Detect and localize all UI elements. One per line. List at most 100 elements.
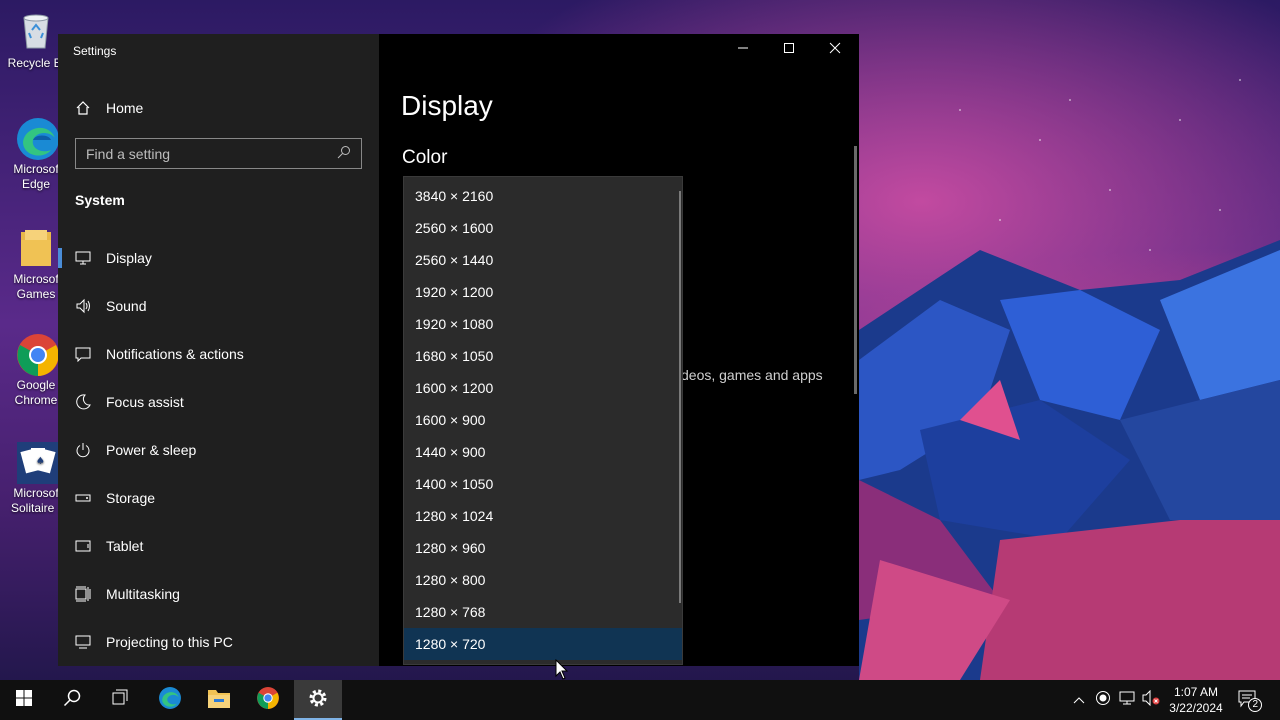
settings-sidebar: Settings Home Find a setting System Disp…	[58, 34, 379, 666]
recycle-bin-icon	[15, 10, 57, 52]
chrome-icon	[15, 332, 59, 376]
sidebar-item-label: Tablet	[106, 538, 144, 554]
content-scrollbar[interactable]	[854, 146, 857, 394]
sidebar-item-label: Power & sleep	[106, 442, 197, 458]
sidebar-item-display[interactable]: Display	[58, 234, 379, 282]
sidebar-item-notifications[interactable]: Notifications & actions	[58, 330, 379, 378]
resolution-dropdown[interactable]: 3840 × 2160 2560 × 1600 2560 × 1440 1920 × …	[403, 176, 683, 665]
maximize-button[interactable]	[766, 34, 812, 66]
resolution-option[interactable]: 2560 × 1600	[404, 212, 682, 244]
nav-home-label: Home	[106, 100, 144, 116]
resolution-option[interactable]: 1920 × 1200	[404, 276, 682, 308]
tray-network-button[interactable]	[1116, 680, 1138, 720]
hint-text: deos, games and apps	[681, 367, 823, 383]
home-icon	[75, 100, 91, 116]
dropdown-scrollbar[interactable]	[679, 191, 681, 603]
file-explorer-icon	[207, 687, 231, 714]
network-icon	[1119, 690, 1135, 711]
show-hidden-icons-button[interactable]	[1068, 680, 1090, 720]
notification-icon	[75, 346, 91, 362]
taskbar-file-explorer-button[interactable]	[195, 680, 243, 720]
resolution-option[interactable]: 2560 × 1440	[404, 244, 682, 276]
sidebar-item-label: Focus assist	[106, 394, 184, 410]
sidebar-item-storage[interactable]: Storage	[58, 474, 379, 522]
resolution-option[interactable]: 1280 × 720	[404, 628, 682, 660]
resolution-option[interactable]: 1680 × 1050	[404, 340, 682, 372]
close-icon	[829, 41, 841, 59]
sidebar-item-focus-assist[interactable]: Focus assist	[58, 378, 379, 426]
taskbar-settings-button[interactable]	[294, 680, 342, 720]
window-title: Settings	[73, 44, 117, 58]
resolution-option[interactable]: 1600 × 900	[404, 404, 682, 436]
section-title: Color	[402, 147, 448, 168]
mouse-cursor-icon	[555, 659, 569, 680]
search-icon	[63, 689, 81, 712]
sidebar-item-label: Storage	[106, 490, 156, 506]
sidebar-item-sound[interactable]: Sound	[58, 282, 379, 330]
action-center-button[interactable]: 2	[1234, 680, 1264, 720]
record-icon	[1095, 690, 1111, 711]
close-button[interactable]	[812, 34, 858, 66]
search-placeholder: Find a setting	[86, 145, 171, 162]
sidebar-item-tablet[interactable]: Tablet	[58, 522, 379, 570]
sidebar-item-power-sleep[interactable]: Power & sleep	[58, 426, 379, 474]
minimize-button[interactable]	[720, 34, 766, 66]
projecting-icon	[75, 634, 91, 650]
resolution-option[interactable]: 1440 × 900	[404, 436, 682, 468]
clock-date: 3/22/2024	[1169, 701, 1223, 715]
resolution-option[interactable]: 1280 × 800	[404, 564, 682, 596]
folder-icon	[15, 226, 57, 268]
volume-muted-icon	[1142, 689, 1160, 711]
monitor-icon	[75, 250, 91, 266]
moon-icon	[75, 394, 91, 410]
page-title: Display	[401, 90, 493, 121]
notification-count-badge: 2	[1248, 698, 1262, 712]
taskbar-clock[interactable]: 1:07 AM 3/22/2024	[1164, 684, 1228, 716]
chrome-icon	[256, 686, 280, 715]
tray-record-button[interactable]	[1092, 680, 1114, 720]
power-icon	[75, 442, 91, 458]
solitaire-icon: ♠	[15, 440, 59, 484]
edge-icon	[158, 686, 182, 715]
resolution-option[interactable]: 3840 × 2160	[404, 180, 682, 212]
sidebar-item-multitasking[interactable]: Multitasking	[58, 570, 379, 618]
resolution-option[interactable]: 1280 × 960	[404, 532, 682, 564]
sidebar-item-projecting[interactable]: Projecting to this PC	[58, 618, 379, 666]
start-icon	[16, 689, 32, 711]
taskbar-search-button[interactable]	[48, 680, 96, 720]
sidebar-item-label: Sound	[106, 298, 147, 314]
multitasking-icon	[75, 586, 91, 602]
notification-center-icon: 2	[1238, 690, 1262, 712]
task-view-icon	[111, 689, 129, 712]
resolution-options: 3840 × 2160 2560 × 1600 2560 × 1440 1920 × …	[404, 177, 682, 660]
speaker-icon	[75, 298, 91, 314]
minimize-icon	[737, 41, 749, 59]
nav-home[interactable]: Home	[75, 98, 143, 118]
sidebar-item-label: Projecting to this PC	[106, 634, 233, 650]
resolution-option[interactable]: 1920 × 1080	[404, 308, 682, 340]
sidebar-item-label: Multitasking	[106, 586, 180, 602]
storage-icon	[75, 490, 91, 506]
chevron-up-icon	[1073, 691, 1085, 709]
resolution-option[interactable]: 1280 × 1024	[404, 500, 682, 532]
start-button[interactable]	[0, 680, 48, 720]
tablet-icon	[75, 538, 91, 554]
taskbar: 1:07 AM 3/22/2024 2	[0, 680, 1280, 720]
taskbar-chrome-button[interactable]	[244, 680, 292, 720]
nav-list: Display Sound Notifications & actions Fo…	[58, 234, 379, 666]
resolution-option[interactable]: 1600 × 1200	[404, 372, 682, 404]
edge-icon	[15, 116, 59, 160]
resolution-option[interactable]: 1280 × 768	[404, 596, 682, 628]
section-label: System	[75, 192, 125, 208]
task-view-button[interactable]	[96, 680, 144, 720]
clock-time: 1:07 AM	[1173, 685, 1219, 699]
taskbar-edge-button[interactable]	[146, 680, 194, 720]
svg-text:♠: ♠	[36, 456, 45, 467]
sidebar-item-label: Notifications & actions	[106, 346, 244, 362]
tray-volume-button[interactable]	[1140, 680, 1162, 720]
search-input[interactable]: Find a setting	[75, 138, 362, 169]
sidebar-item-label: Display	[106, 250, 152, 266]
maximize-icon	[783, 41, 795, 59]
settings-icon	[307, 687, 329, 714]
resolution-option[interactable]: 1400 × 1050	[404, 468, 682, 500]
